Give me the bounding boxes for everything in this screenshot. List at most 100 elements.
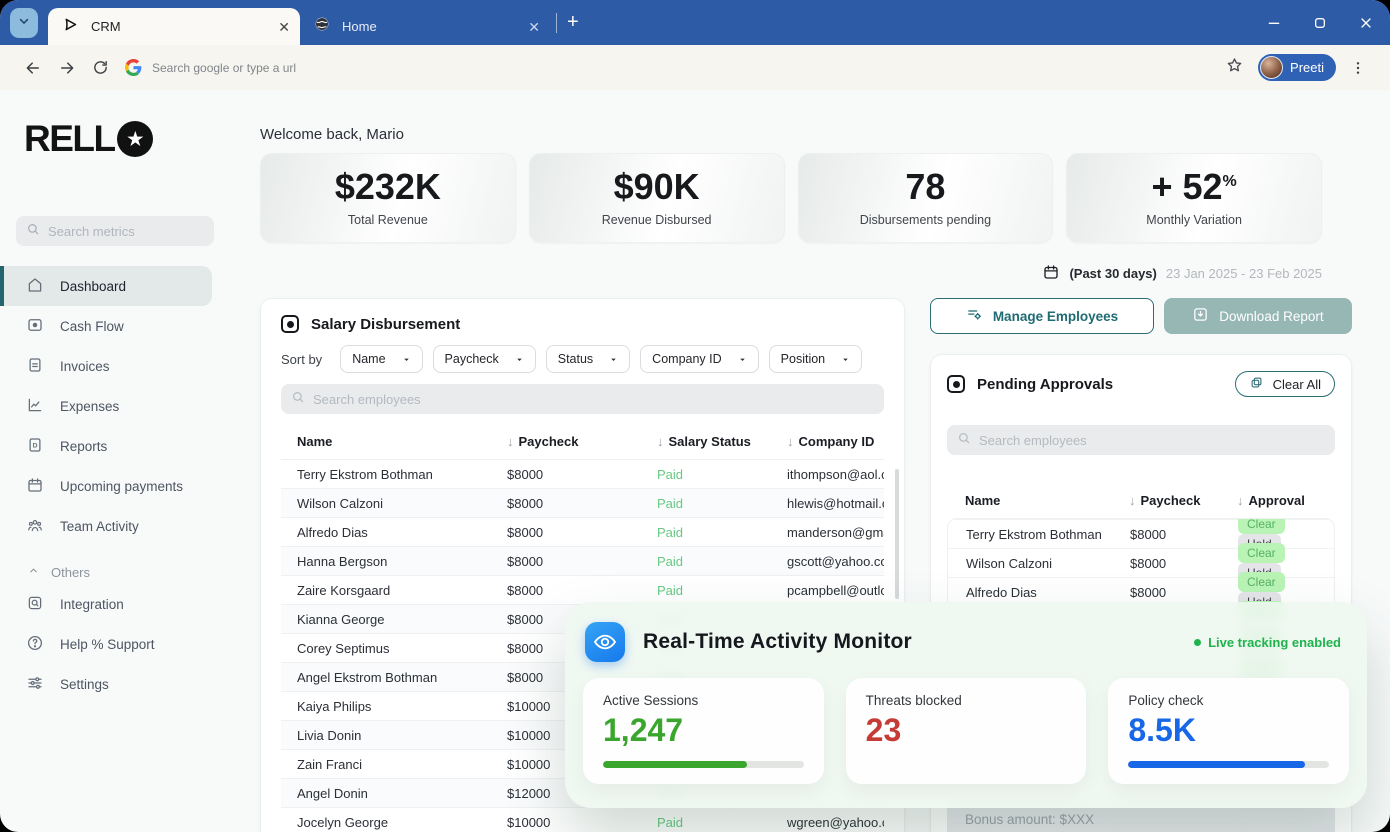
sidebar-item-team-activity[interactable]: Team Activity <box>0 506 230 546</box>
profile-button[interactable]: Preeti <box>1258 54 1336 81</box>
tab-search-button[interactable] <box>10 7 38 38</box>
clear-button[interactable]: Clear <box>1238 572 1285 592</box>
pending-search-input[interactable] <box>979 432 1325 448</box>
employee-search-input[interactable] <box>313 391 874 407</box>
cell-company-id: pcampbell@outlook.com <box>787 582 884 598</box>
cell-paycheck: $8000 <box>507 553 544 569</box>
metrics-search-input[interactable] <box>48 223 204 239</box>
table-row[interactable]: Terry Ekstrom Bothman $8000 Paid ithomps… <box>281 459 884 488</box>
chevron-down-icon <box>17 14 31 31</box>
live-tracking-status: Live tracking enabled <box>1194 635 1341 650</box>
new-tab-button[interactable]: + <box>567 11 579 34</box>
column-salary-status[interactable]: ↓ Salary Status <box>657 434 787 449</box>
cell-paycheck: $8000 <box>507 582 544 598</box>
stat-label: Monthly Variation <box>1146 213 1242 227</box>
refresh-icon[interactable] <box>92 59 109 76</box>
download-report-button[interactable]: Download Report <box>1163 298 1352 334</box>
cell-name: Angel Ekstrom Bothman <box>297 669 438 685</box>
column-paycheck[interactable]: ↓ Paycheck <box>507 434 657 449</box>
table-row[interactable]: Wilson Calzoni $8000 Paid hlewis@hotmail… <box>281 488 884 517</box>
sidebar-item-integration[interactable]: Integration <box>0 584 230 624</box>
sort-dropdown-position[interactable]: Position <box>768 345 863 373</box>
close-tab-icon[interactable]: ✕ <box>528 20 540 34</box>
column-paycheck[interactable]: ↓ Paycheck <box>1129 493 1237 508</box>
logo-text: RELL <box>24 118 116 159</box>
cell-name: Angel Donin <box>297 785 368 801</box>
profile-name: Preeti <box>1290 60 1324 75</box>
sort-dropdown-status[interactable]: Status <box>545 345 631 373</box>
column-name[interactable]: Name <box>965 493 1129 508</box>
table-row[interactable]: Jocelyn George $10000 Paid wgreen@yahoo.… <box>281 807 884 832</box>
sidebar-item-upcoming-payments[interactable]: Upcoming payments <box>0 466 230 506</box>
sidebar-item-cash-flow[interactable]: Cash Flow <box>0 306 230 346</box>
sidebar-item-help-support[interactable]: Help % Support <box>0 624 230 664</box>
sidebar-item-label: Invoices <box>60 358 110 374</box>
bookmark-star-icon[interactable] <box>1225 56 1244 80</box>
date-range-row[interactable]: (Past 30 days) 23 Jan 2025 - 23 Feb 2025 <box>260 263 1322 284</box>
search-icon <box>26 222 40 241</box>
search-icon <box>957 431 971 450</box>
date-range-value: 23 Jan 2025 - 23 Feb 2025 <box>1165 266 1322 281</box>
sidebar-others-header[interactable]: Others <box>27 564 230 580</box>
cell-name: Wilson Calzoni <box>297 495 383 511</box>
chevron-up-icon <box>27 564 40 580</box>
table-scrollbar[interactable] <box>895 469 899 599</box>
metrics-search[interactable] <box>16 216 214 246</box>
sidebar: RELL★ Dashboard Cash Flow <box>0 90 230 832</box>
close-tab-icon[interactable]: ✕ <box>278 20 290 34</box>
column-company-id[interactable]: ↓ Company ID <box>787 434 884 449</box>
clear-button[interactable]: Clear <box>1238 519 1285 534</box>
cell-name: Kaiya Philips <box>297 698 372 714</box>
date-range-label: (Past 30 days) <box>1069 266 1157 281</box>
browser-navbar: Search google or type a url Preeti <box>0 45 1390 90</box>
sort-dropdown-paycheck[interactable]: Paycheck <box>432 345 536 373</box>
manage-employees-button[interactable]: Manage Employees <box>930 298 1154 334</box>
minimize-button[interactable] <box>1266 15 1282 31</box>
employee-search[interactable] <box>281 384 884 414</box>
pending-table-header: Name ↓ Paycheck ↓ Approval <box>947 493 1335 508</box>
tab-crm[interactable]: CRM ✕ <box>48 8 300 45</box>
maximize-button[interactable] <box>1312 15 1328 31</box>
active-sessions-card: Active Sessions 1,247 <box>583 678 824 785</box>
cell-paycheck: $8000 <box>507 495 544 511</box>
table-row[interactable]: Zaire Korsgaard $8000 Paid pcampbell@out… <box>281 575 884 604</box>
stat-revenue-disbursed: $90K Revenue Disbursed <box>528 153 785 243</box>
team-icon <box>26 516 44 537</box>
cell-name: Corey Septimus <box>297 640 390 656</box>
close-window-button[interactable] <box>1358 15 1374 31</box>
action-buttons: Manage Employees Download Report <box>930 298 1352 334</box>
back-icon[interactable] <box>24 59 42 77</box>
column-approval[interactable]: ↓ Approval <box>1237 493 1335 508</box>
stat-value: + 52% <box>1151 166 1237 207</box>
forward-icon[interactable] <box>58 59 76 77</box>
table-row[interactable]: Hanna Bergson $8000 Paid gscott@yahoo.co… <box>281 546 884 575</box>
sidebar-item-settings[interactable]: Settings <box>0 664 230 704</box>
sidebar-item-reports[interactable]: D Reports <box>0 426 230 466</box>
sidebar-item-dashboard[interactable]: Dashboard <box>0 266 212 306</box>
browser-window: CRM ✕ Home ✕ + Search google or type a u… <box>0 0 1390 832</box>
column-name[interactable]: Name <box>297 434 507 449</box>
tab-home[interactable]: Home ✕ <box>300 8 550 45</box>
clear-button[interactable]: Clear <box>1238 543 1285 563</box>
sidebar-item-invoices[interactable]: Invoices <box>0 346 230 386</box>
cell-name: Alfredo Dias <box>297 524 368 540</box>
cell-status: Paid <box>657 553 684 569</box>
table-row[interactable]: Alfredo Dias $8000 Paid manderson@gmail.… <box>281 517 884 546</box>
metric-label: Policy check <box>1128 693 1204 708</box>
invoices-icon <box>26 356 44 377</box>
sidebar-nav: Dashboard Cash Flow Invoices Expenses D … <box>0 266 230 546</box>
browser-menu-icon[interactable] <box>1350 60 1366 76</box>
sort-dropdown-name[interactable]: Name <box>340 345 423 373</box>
cell-company-id: manderson@gmail.com <box>787 524 884 540</box>
policy-check-card: Policy check 8.5K <box>1108 678 1350 785</box>
cell-name: Wilson Calzoni <box>966 555 1052 571</box>
sidebar-item-expenses[interactable]: Expenses <box>0 386 230 426</box>
pending-search[interactable] <box>947 425 1335 455</box>
bonus-amount-input[interactable] <box>965 811 1317 827</box>
clear-all-button[interactable]: Clear All <box>1234 371 1335 397</box>
sort-dropdown-company-id[interactable]: Company ID <box>640 345 759 373</box>
threats-blocked-card: Threats blocked 23 <box>845 678 1087 785</box>
omnibox[interactable]: Search google or type a url <box>152 61 296 75</box>
window-controls <box>1266 15 1390 31</box>
cell-company-id: gscott@yahoo.com <box>787 553 884 569</box>
